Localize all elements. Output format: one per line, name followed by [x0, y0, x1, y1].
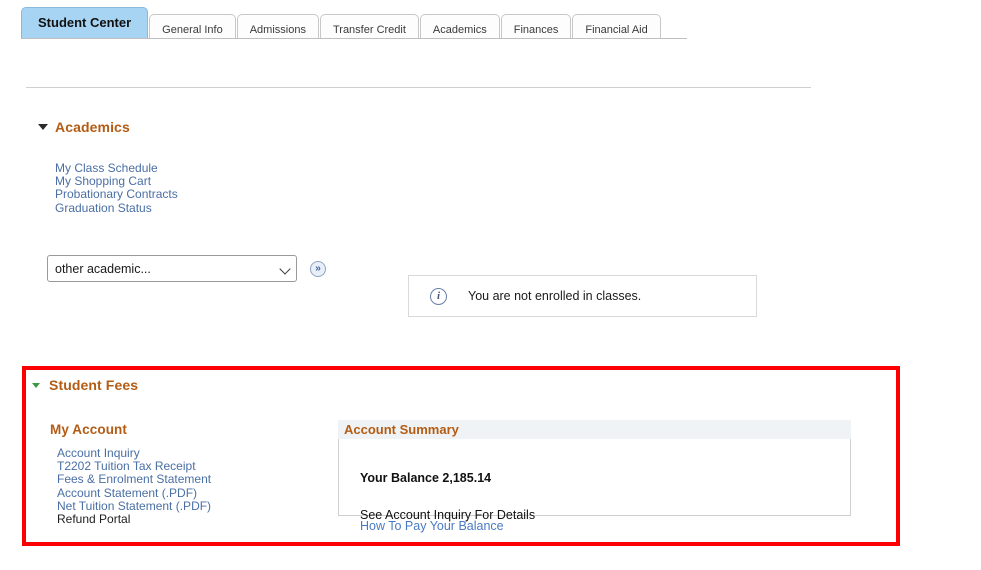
- info-circle-icon: i: [430, 287, 447, 305]
- tab-student-center[interactable]: Student Center: [21, 7, 149, 38]
- tab-transfer-credit[interactable]: Transfer Credit: [319, 14, 419, 38]
- tab-strip: Student Center General Info Admissions T…: [0, 0, 981, 40]
- account-summary-panel: Account Summary Your Balance 2,185.14 Se…: [338, 420, 851, 533]
- balance-line: Your Balance 2,185.14: [360, 471, 492, 485]
- tab-label: Academics: [432, 24, 487, 36]
- section-title-student-fees: Student Fees: [49, 377, 139, 393]
- link-account-statement-pdf[interactable]: Account Statement (.PDF): [57, 486, 211, 500]
- enrollment-message-text: You are not enrolled in classes.: [468, 289, 642, 303]
- subsection-header-my-account: My Account: [50, 422, 127, 437]
- account-summary-header: Account Summary: [338, 420, 851, 439]
- other-academic-select-wrapper: other academic...: [47, 255, 297, 282]
- content-divider: [26, 87, 811, 88]
- tab-label: Finances: [513, 24, 559, 36]
- go-button[interactable]: »: [310, 260, 326, 277]
- tab-financial-aid[interactable]: Financial Aid: [572, 14, 661, 38]
- tab-label: Student Center: [38, 15, 132, 30]
- triangle-down-icon[interactable]: [38, 124, 48, 130]
- academics-link-list: My Class Schedule My Shopping Cart Proba…: [55, 161, 178, 215]
- triangle-down-green-icon[interactable]: [32, 382, 40, 388]
- section-title-academics: Academics: [55, 119, 130, 135]
- tab-label: Transfer Credit: [332, 24, 406, 36]
- link-graduation-status[interactable]: Graduation Status: [55, 201, 178, 215]
- tab-label: Admissions: [249, 24, 306, 36]
- tab-label: Financial Aid: [585, 24, 648, 36]
- section-header-academics[interactable]: Academics: [38, 119, 130, 135]
- tab-general-info[interactable]: General Info: [149, 14, 236, 38]
- link-how-to-pay-your-balance[interactable]: How To Pay Your Balance: [360, 519, 504, 533]
- tab-academics[interactable]: Academics: [419, 14, 500, 38]
- other-academic-row: other academic... »: [47, 255, 326, 282]
- section-header-student-fees[interactable]: Student Fees: [32, 377, 138, 393]
- my-account-link-list: Account Inquiry T2202 Tuition Tax Receip…: [57, 446, 211, 527]
- other-academic-select[interactable]: other academic...: [47, 255, 297, 282]
- enrollment-message-box: i You are not enrolled in classes.: [408, 275, 757, 317]
- subsection-title-my-account: My Account: [50, 422, 128, 437]
- link-fees-enrolment-statement[interactable]: Fees & Enrolment Statement: [57, 473, 211, 486]
- link-probationary-contracts[interactable]: Probationary Contracts: [55, 188, 178, 201]
- account-summary-body: Your Balance 2,185.14 See Account Inquir…: [338, 439, 851, 533]
- tab-label: General Info: [162, 24, 223, 36]
- clipped-link-fragment: [54, 66, 68, 69]
- tab-list: Student Center General Info Admissions T…: [21, 7, 662, 38]
- tab-finances[interactable]: Finances: [500, 14, 572, 38]
- label-refund-portal: Refund Portal: [57, 512, 131, 527]
- tab-admissions[interactable]: Admissions: [236, 14, 319, 38]
